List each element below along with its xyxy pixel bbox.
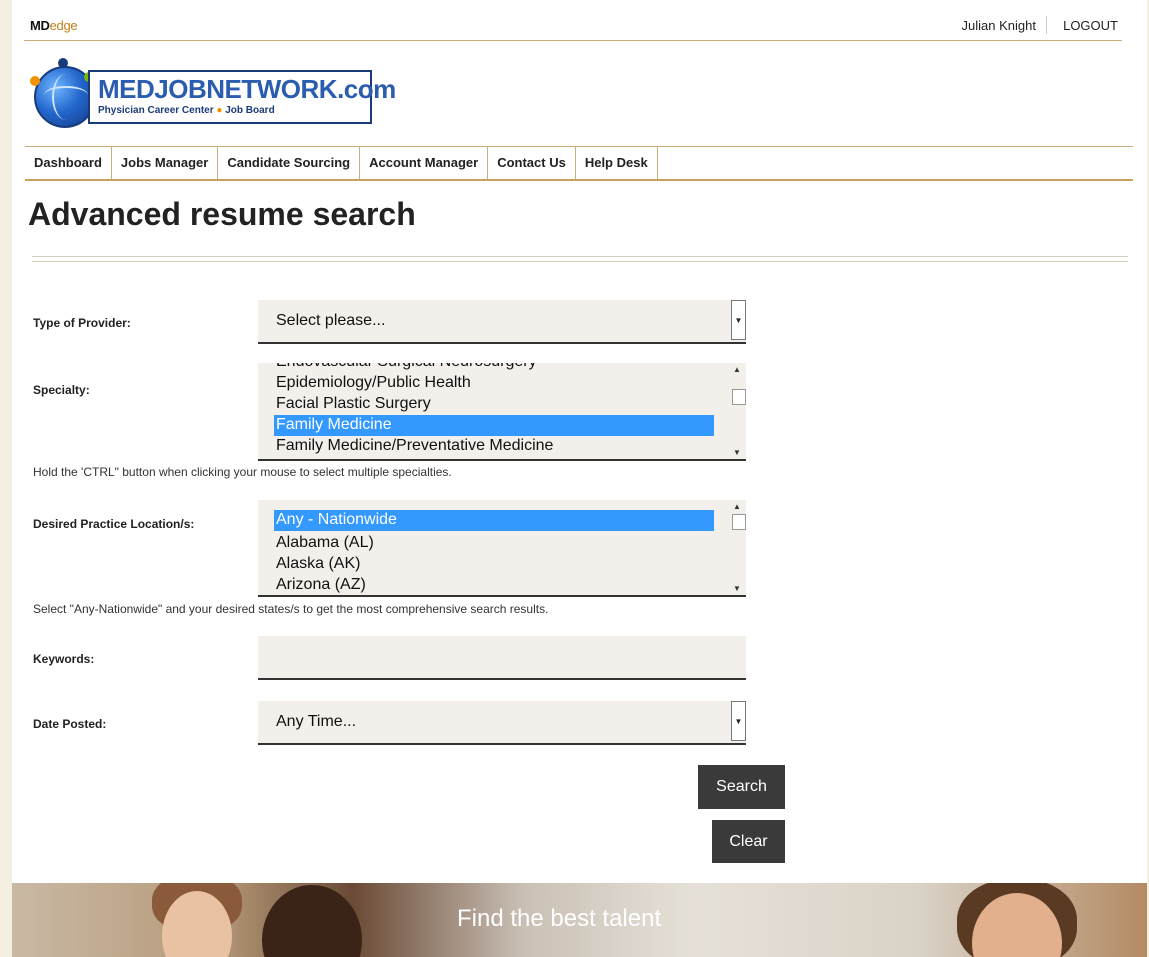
specialty-scrollbar[interactable]: ▲ ▼	[730, 363, 746, 459]
keywords-label: Keywords:	[33, 652, 95, 666]
logo-tagline-right: Job Board	[225, 105, 275, 116]
location-option[interactable]: Arizona (AZ)	[274, 575, 714, 595]
dropdown-arrow-icon[interactable]: ▼	[731, 701, 746, 741]
nav-dashboard[interactable]: Dashboard	[25, 147, 112, 179]
date-posted-select[interactable]: Any Time... ▼	[258, 701, 746, 745]
scroll-down-arrow-icon[interactable]: ▼	[733, 584, 741, 593]
nav-help-desk[interactable]: Help Desk	[576, 147, 658, 179]
date-posted-select-value: Any Time...	[276, 713, 357, 730]
scroll-up-arrow-icon[interactable]: ▲	[733, 365, 741, 374]
banner-title: Find the best talent	[457, 905, 662, 932]
logo-wordmark: MEDJOBNETWORK.com Physician Career Cente…	[88, 70, 396, 124]
nav-contact-us[interactable]: Contact Us	[488, 147, 576, 179]
provider-select[interactable]: Select please... ▼	[258, 300, 746, 344]
specialty-option[interactable]: Epidemiology/Public Health	[274, 373, 714, 394]
dropdown-arrow-icon[interactable]: ▼	[731, 300, 746, 340]
main-nav: Dashboard Jobs Manager Candidate Sourcin…	[25, 146, 1133, 181]
scrollbar-thumb[interactable]	[732, 514, 746, 530]
location-option[interactable]: Alabama (AL)	[274, 533, 714, 554]
logo-tagline-left: Physician Career Center	[98, 105, 214, 116]
specialty-option[interactable]: Facial Plastic Surgery	[274, 394, 714, 415]
logo-name: MEDJOBNETWORK	[98, 74, 338, 104]
location-option[interactable]: Alaska (AK)	[274, 554, 714, 575]
page-title: Advanced resume search	[28, 196, 416, 232]
logo-suffix: .com	[337, 74, 396, 104]
location-option-selected[interactable]: Any - Nationwide	[274, 510, 714, 531]
topbar-divider	[1046, 16, 1047, 34]
brand-md: MD	[30, 18, 50, 33]
specialty-option-selected[interactable]: Family Medicine	[274, 415, 714, 436]
location-hint: Select "Any-Nationwide" and your desired…	[33, 602, 549, 616]
doctor-photo	[262, 885, 362, 957]
scroll-up-arrow-icon[interactable]: ▲	[733, 502, 741, 511]
specialty-hint: Hold the 'CTRL" button when clicking you…	[33, 465, 452, 479]
nav-candidate-sourcing[interactable]: Candidate Sourcing	[218, 147, 361, 179]
title-divider	[32, 256, 1128, 262]
specialty-option[interactable]: Endovascular Surgical Neurosurgery	[274, 363, 714, 373]
specialty-label: Specialty:	[33, 383, 90, 397]
top-bar: MDedge Julian Knight LOGOUT	[24, 12, 1122, 41]
location-listbox[interactable]: Any - Nationwide Alabama (AL) Alaska (AK…	[258, 500, 746, 597]
brand-edge: edge	[49, 18, 78, 33]
nav-account-manager[interactable]: Account Manager	[360, 147, 489, 179]
person-figure-icon	[58, 58, 68, 68]
mdedge-logo[interactable]: MDedge	[30, 18, 78, 33]
scroll-down-arrow-icon[interactable]: ▼	[733, 448, 741, 457]
keywords-input[interactable]	[258, 636, 746, 680]
search-button[interactable]: Search	[698, 765, 785, 809]
scrollbar-thumb[interactable]	[732, 389, 746, 405]
logout-link[interactable]: LOGOUT	[1063, 18, 1118, 33]
user-name-link[interactable]: Julian Knight	[962, 18, 1036, 33]
location-label: Desired Practice Location/s:	[33, 517, 195, 531]
location-scrollbar[interactable]: ▲ ▼	[730, 500, 746, 595]
medjobnetwork-logo[interactable]: MEDJOBNETWORK.com Physician Career Cente…	[26, 58, 396, 134]
clear-button[interactable]: Clear	[712, 820, 785, 863]
person-figure-icon	[30, 76, 40, 86]
nav-jobs-manager[interactable]: Jobs Manager	[112, 147, 219, 179]
hero-banner: Find the best talent	[12, 883, 1147, 957]
provider-label: Type of Provider:	[33, 316, 131, 330]
specialty-listbox[interactable]: Endovascular Surgical Neurosurgery Epide…	[258, 363, 746, 461]
specialty-option[interactable]: Family Medicine/Preventative Medicine	[274, 436, 714, 457]
logo-tagline-dot: ●	[216, 105, 223, 116]
date-posted-label: Date Posted:	[33, 717, 107, 731]
provider-select-value: Select please...	[276, 312, 386, 329]
